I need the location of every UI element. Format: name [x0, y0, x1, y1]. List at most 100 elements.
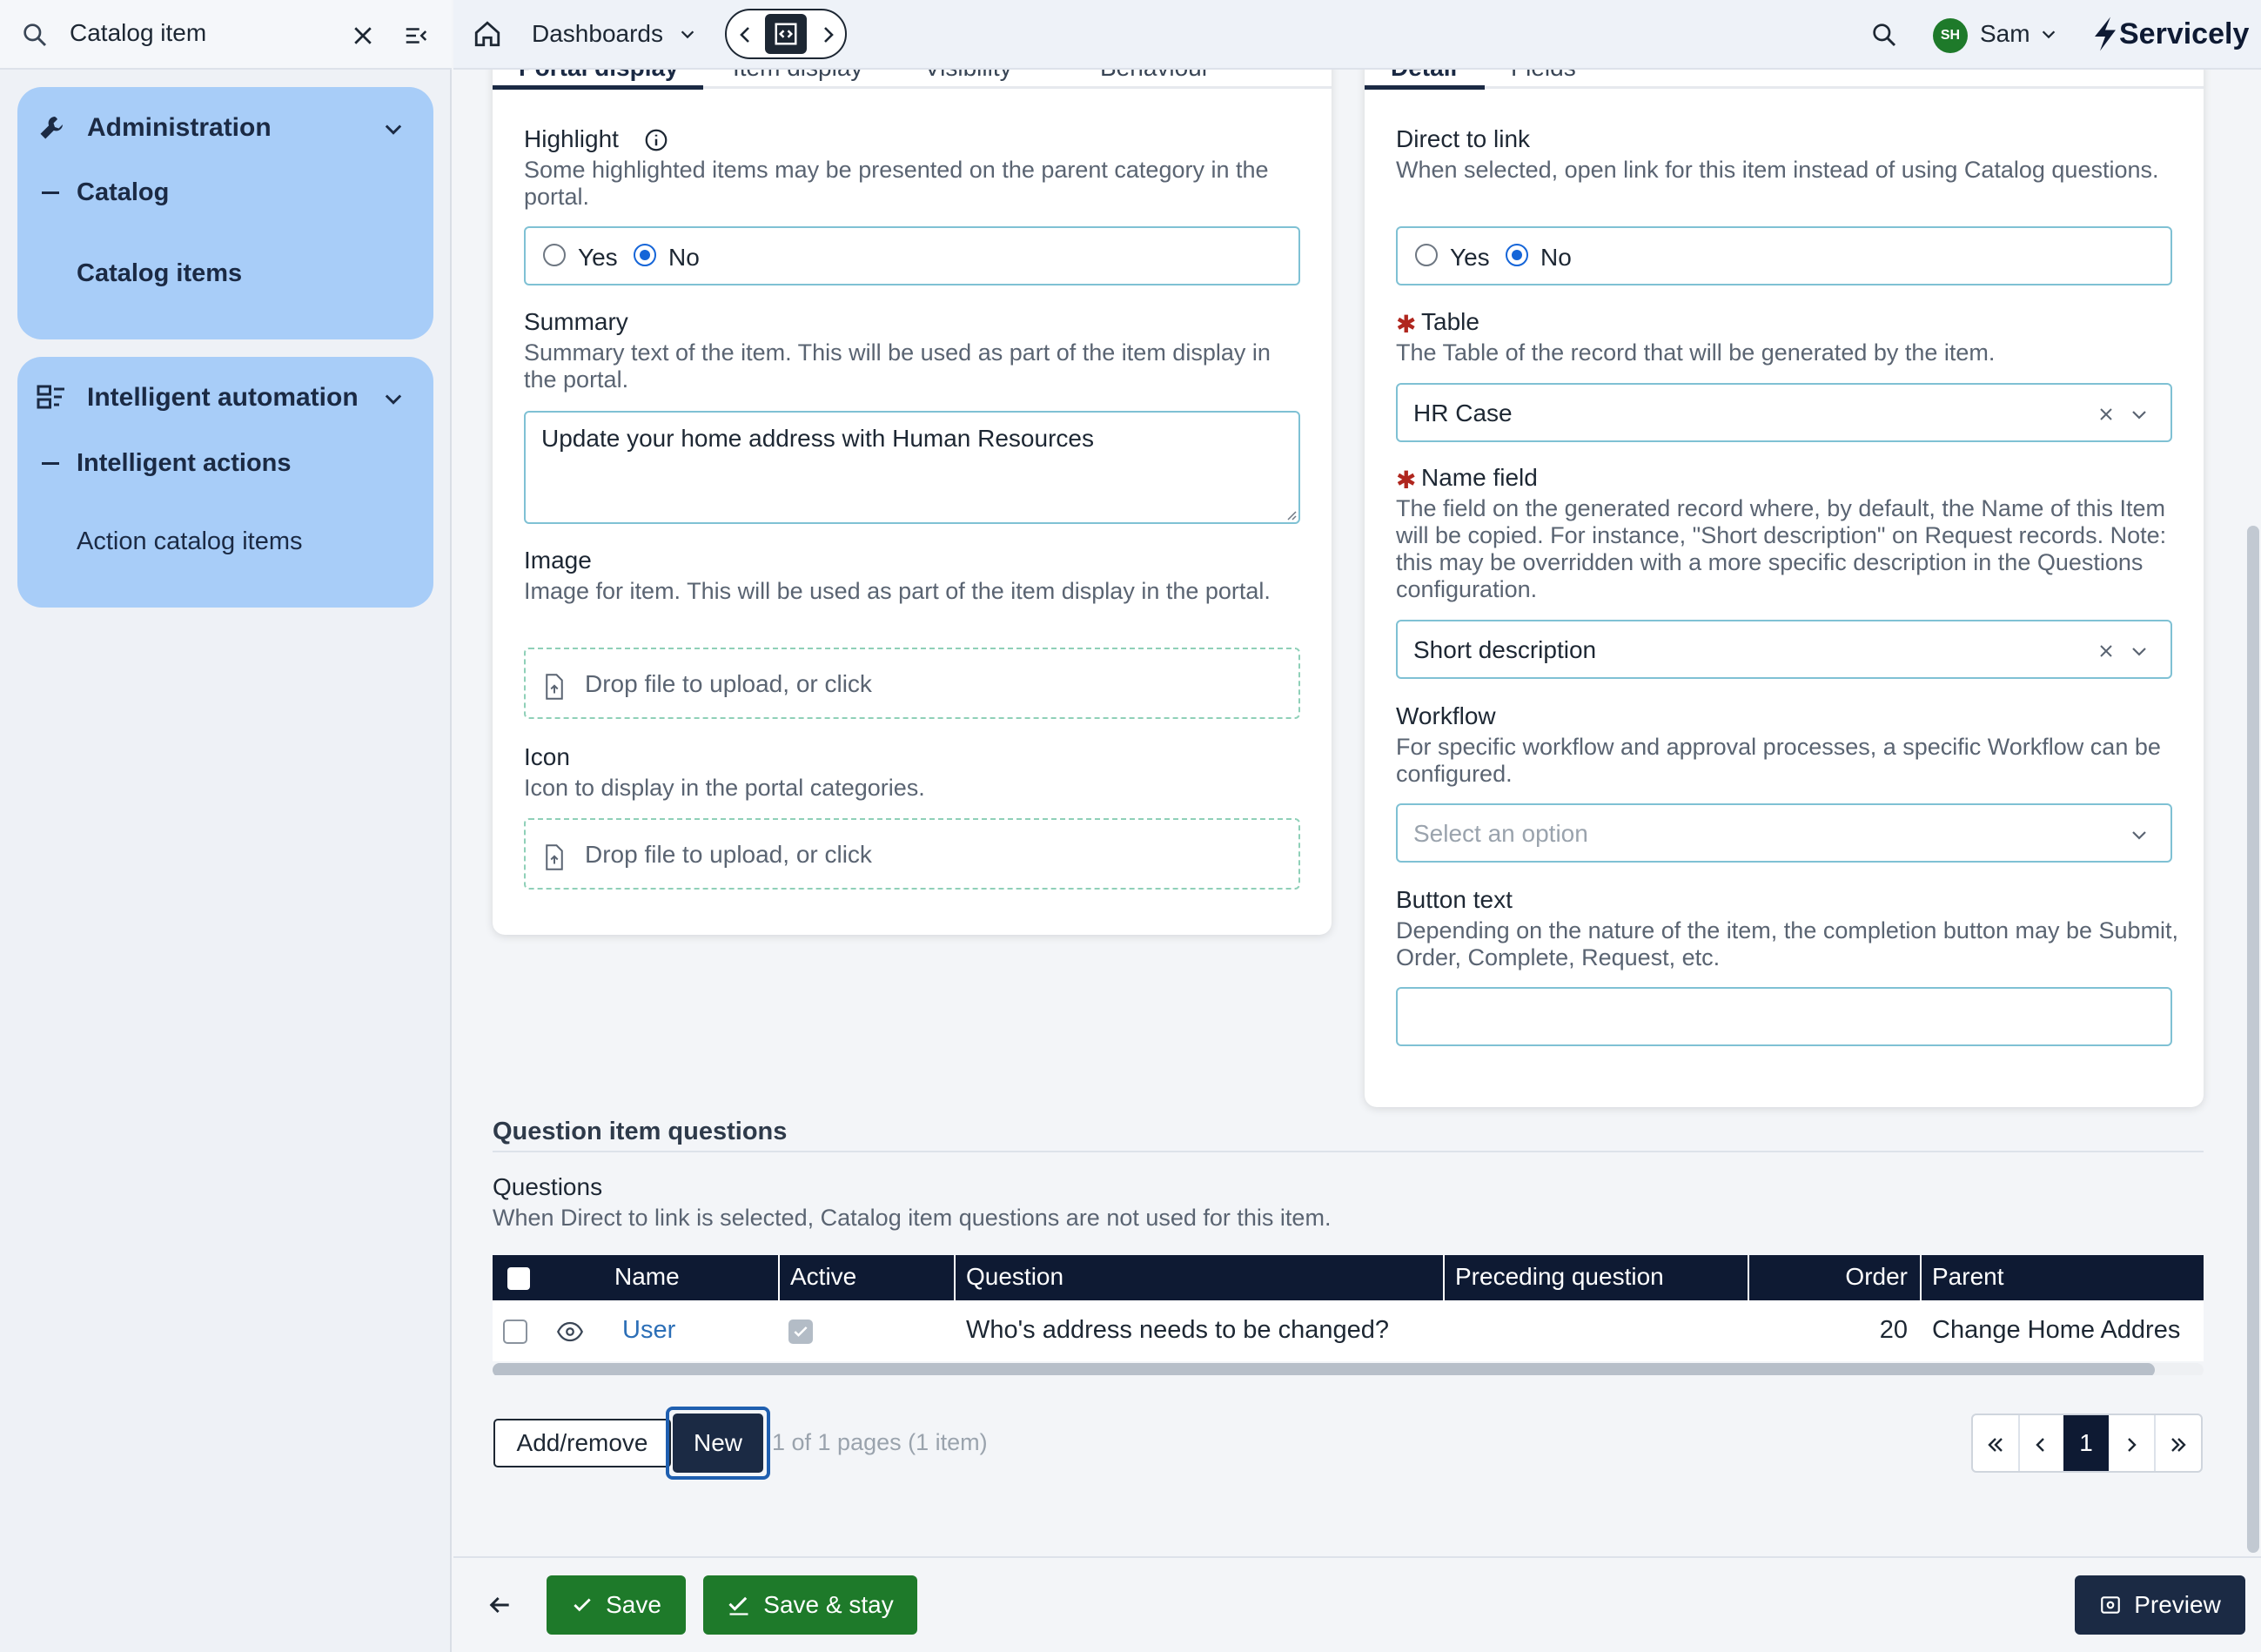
save-and-stay-label: Save & stay	[763, 1591, 894, 1618]
back-arrow-icon[interactable]	[486, 1591, 513, 1619]
questions-table: Name Active Question Preceding question …	[493, 1255, 2204, 1375]
chevron-down-icon[interactable]	[381, 386, 406, 411]
workflow-select[interactable]: Select an option	[1396, 803, 2172, 863]
back-icon[interactable]	[735, 23, 756, 47]
preview-button[interactable]: Preview	[2075, 1575, 2245, 1635]
sidebar-search-input[interactable]: Catalog item	[70, 19, 206, 47]
name-field-select[interactable]: Short description	[1396, 620, 2172, 679]
first-page-icon[interactable]	[1985, 1434, 2006, 1455]
collapse-menu-icon[interactable]	[402, 23, 430, 49]
tab-portal-display[interactable]: Portal display	[519, 70, 679, 82]
column-divider	[1920, 1255, 1922, 1300]
current-page[interactable]: 1	[2063, 1415, 2109, 1471]
questions-section-title: Question item questions	[493, 1118, 788, 1145]
user-name[interactable]: Sam	[1980, 20, 2030, 48]
tab-item-display[interactable]: Item display	[733, 70, 862, 82]
icon-label: Icon	[524, 743, 570, 770]
column-header-order[interactable]: Order	[1845, 1263, 1908, 1291]
dashboards-menu[interactable]: Dashboards	[532, 20, 663, 48]
close-icon[interactable]	[350, 23, 376, 49]
chevron-down-icon[interactable]	[381, 117, 406, 141]
sidebar-item-catalog-items[interactable]: Catalog items	[77, 259, 242, 288]
icon-dropzone[interactable]: Drop file to upload, or click	[524, 818, 1300, 890]
chevron-down-icon[interactable]	[2129, 641, 2150, 661]
highlight-yes-radio[interactable]	[543, 244, 566, 266]
top-bar: Dashboards SH Sam Servicely	[453, 0, 2261, 70]
highlight-no-radio[interactable]	[634, 244, 656, 266]
column-header-active[interactable]: Active	[790, 1263, 856, 1291]
select-all-checkbox[interactable]	[507, 1267, 530, 1290]
sidebar-heading-intelligent-automation[interactable]: Intelligent automation	[87, 383, 359, 413]
new-button[interactable]: New	[673, 1414, 763, 1473]
table-row[interactable]: User Who's address needs to be changed? …	[493, 1300, 2204, 1361]
column-header-parent[interactable]: Parent	[1932, 1263, 2004, 1291]
scrollbar-thumb[interactable]	[2247, 526, 2259, 1553]
summary-value: Update your home address with Human Reso…	[541, 425, 1094, 452]
previous-page-icon[interactable]	[2030, 1434, 2051, 1455]
left-tabs: Portal display Item display Visibility B…	[493, 70, 1332, 90]
main-content: Portal display Item display Visibility B…	[453, 70, 2245, 1556]
button-text-label: Button text	[1396, 886, 1513, 913]
info-icon[interactable]	[643, 127, 669, 153]
table-header: Name Active Question Preceding question …	[493, 1255, 2204, 1300]
sidebar: Catalog item Administration Catalog Cata…	[0, 0, 452, 1652]
workflow-desc: For specific workflow and approval proce…	[1396, 734, 2161, 787]
questions-desc: When Direct to link is selected, Catalog…	[493, 1205, 1332, 1231]
button-text-input[interactable]	[1396, 987, 2172, 1046]
active-tab-indicator	[1365, 85, 1485, 90]
name-field-select-value: Short description	[1413, 636, 1597, 663]
last-page-icon[interactable]	[2168, 1434, 2189, 1455]
chevron-down-icon[interactable]	[2039, 24, 2058, 44]
horizontal-scrollbar[interactable]	[493, 1363, 2204, 1375]
sidebar-item-action-catalog-items[interactable]: Action catalog items	[77, 527, 303, 556]
summary-textarea[interactable]: Update your home address with Human Reso…	[524, 411, 1300, 524]
avatar[interactable]: SH	[1933, 18, 1968, 53]
file-upload-icon	[546, 674, 563, 700]
scrollbar-thumb[interactable]	[493, 1363, 2155, 1375]
column-header-question[interactable]: Question	[966, 1263, 1063, 1291]
save-button[interactable]: Save	[547, 1575, 686, 1635]
clear-icon[interactable]	[2096, 641, 2117, 661]
chevron-down-icon[interactable]	[678, 24, 697, 44]
eye-icon[interactable]	[557, 1321, 583, 1342]
add-remove-button[interactable]: Add/remove	[493, 1419, 671, 1467]
clear-icon[interactable]	[2096, 404, 2117, 425]
row-name-link[interactable]: User	[622, 1316, 675, 1345]
column-header-preceding-question[interactable]: Preceding question	[1455, 1263, 1664, 1291]
tab-detail[interactable]: Detail	[1391, 70, 1457, 82]
preview-label: Preview	[2134, 1591, 2221, 1618]
sidebar-search[interactable]: Catalog item	[0, 0, 452, 70]
direct-no-radio[interactable]	[1506, 244, 1528, 266]
sidebar-item-catalog[interactable]: Catalog	[77, 178, 169, 207]
sidebar-section-intelligent-automation: Intelligent automation Intelligent actio…	[17, 357, 433, 608]
table-select-value: HR Case	[1413, 400, 1513, 426]
column-header-name[interactable]: Name	[614, 1263, 680, 1291]
tab-behaviour[interactable]: Behaviour	[1100, 70, 1210, 82]
resize-handle-icon[interactable]	[1283, 507, 1297, 520]
name-field-label: Name field	[1421, 464, 1538, 491]
image-dropzone[interactable]: Drop file to upload, or click	[524, 648, 1300, 719]
name-field-desc: The field on the generated record where,…	[1396, 495, 2167, 602]
chevron-down-icon[interactable]	[2129, 824, 2150, 845]
save-and-stay-button[interactable]: Save & stay	[703, 1575, 917, 1635]
sidebar-item-intelligent-actions[interactable]: Intelligent actions	[77, 449, 292, 478]
direct-yes-label: Yes	[1450, 244, 1490, 271]
tab-visibility[interactable]: Visibility	[924, 70, 1012, 82]
image-label: Image	[524, 547, 592, 574]
search-icon[interactable]	[1870, 21, 1898, 49]
table-select[interactable]: HR Case	[1396, 383, 2172, 442]
code-view-button[interactable]	[765, 14, 807, 54]
history-navigator	[725, 9, 847, 59]
highlight-no-label: No	[668, 244, 700, 271]
section-divider	[493, 1151, 2204, 1152]
row-question: Who's address needs to be changed?	[966, 1316, 1389, 1344]
vertical-scrollbar[interactable]	[2245, 70, 2261, 1556]
tab-fields[interactable]: Fields	[1511, 70, 1576, 82]
home-icon[interactable]	[473, 19, 502, 49]
chevron-down-icon[interactable]	[2129, 404, 2150, 425]
direct-yes-radio[interactable]	[1415, 244, 1438, 266]
row-checkbox[interactable]	[503, 1320, 527, 1344]
sidebar-heading-administration[interactable]: Administration	[87, 113, 272, 143]
forward-icon[interactable]	[817, 23, 838, 47]
next-page-icon[interactable]	[2121, 1434, 2142, 1455]
